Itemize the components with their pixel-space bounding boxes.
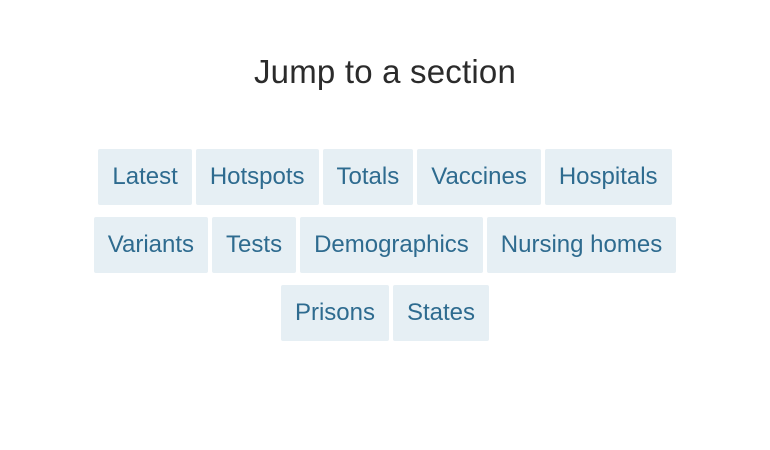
section-links-row-1: Latest Hotspots Totals Vaccines Hospital… [0,149,770,205]
section-link-hospitals[interactable]: Hospitals [544,149,672,205]
section-link-tests[interactable]: Tests [212,217,297,273]
section-links-row-3: Prisons States [0,285,770,341]
section-link-demographics[interactable]: Demographics [300,217,483,273]
section-link-latest[interactable]: Latest [98,149,192,205]
section-link-vaccines[interactable]: Vaccines [417,149,541,205]
section-heading: Jump to a section [253,53,517,90]
section-link-prisons[interactable]: Prisons [280,285,389,341]
section-link-variants[interactable]: Variants [93,217,209,273]
jump-to-section-panel: Jump to a section Latest Hotspots Totals… [0,0,770,450]
section-link-states[interactable]: States [392,285,490,341]
section-links: Latest Hotspots Totals Vaccines Hospital… [0,149,770,353]
section-link-nursing-homes[interactable]: Nursing homes [486,217,677,273]
section-link-hotspots[interactable]: Hotspots [195,149,319,205]
section-link-totals[interactable]: Totals [322,149,414,205]
section-links-row-2: Variants Tests Demographics Nursing home… [0,217,770,273]
